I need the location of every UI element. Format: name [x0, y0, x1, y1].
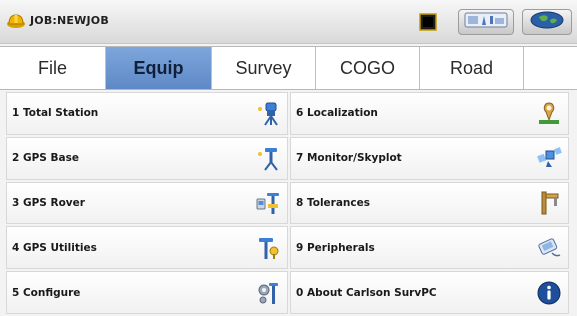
- peripherals-icon: [536, 235, 562, 261]
- menu-item-label: 7 Monitor/Skyplot: [296, 152, 402, 165]
- satellite-icon: [536, 145, 562, 171]
- hardhat-icon: [6, 12, 26, 30]
- status-bar-icon: [464, 11, 508, 34]
- equip-menu-grid: 1 Total Station 6 Localization 2 GPS Bas…: [6, 92, 571, 316]
- info-icon: [536, 280, 562, 306]
- menu-item-total-station[interactable]: 1 Total Station: [6, 92, 288, 135]
- total-station-icon: [255, 100, 281, 126]
- menu-item-label: 6 Localization: [296, 107, 378, 120]
- surv-pc-app: JOB:NEWJOB File Equip Survey COGO Road 1…: [0, 0, 577, 316]
- tab-file[interactable]: File: [0, 47, 106, 89]
- menu-item-gps-utilities[interactable]: 4 GPS Utilities: [6, 226, 288, 270]
- status-bar-button[interactable]: [458, 9, 514, 35]
- menu-item-label: 3 GPS Rover: [12, 196, 85, 209]
- globe-button[interactable]: [522, 9, 572, 35]
- menu-item-peripherals[interactable]: 9 Peripherals: [290, 226, 569, 270]
- menu-item-label: 8 Tolerances: [296, 196, 370, 209]
- localization-icon: [536, 100, 562, 126]
- gps-base-icon: [255, 145, 281, 171]
- battery-icon: [418, 13, 438, 31]
- title-bar: JOB:NEWJOB: [0, 0, 577, 44]
- menu-item-configure[interactable]: 5 Configure: [6, 271, 288, 314]
- gps-rover-icon: [255, 190, 281, 216]
- menu-item-localization[interactable]: 6 Localization: [290, 92, 569, 135]
- menu-item-gps-base[interactable]: 2 GPS Base: [6, 136, 288, 180]
- tolerances-icon: [536, 190, 562, 216]
- menu-item-label: 2 GPS Base: [12, 152, 79, 165]
- tab-equip[interactable]: Equip: [106, 47, 212, 89]
- configure-icon: [255, 280, 281, 306]
- gps-utilities-icon: [255, 235, 281, 261]
- tab-road[interactable]: Road: [420, 47, 524, 89]
- menu-item-label: 9 Peripherals: [296, 241, 375, 254]
- tab-survey[interactable]: Survey: [212, 47, 316, 89]
- menu-item-gps-rover[interactable]: 3 GPS Rover: [6, 181, 288, 225]
- tab-empty-slot: [524, 47, 577, 89]
- menu-item-monitor-skyplot[interactable]: 7 Monitor/Skyplot: [290, 136, 569, 180]
- tab-bar: File Equip Survey COGO Road: [0, 46, 577, 90]
- menu-item-tolerances[interactable]: 8 Tolerances: [290, 181, 569, 225]
- tab-cogo[interactable]: COGO: [316, 47, 420, 89]
- globe-icon: [529, 11, 565, 34]
- menu-item-about[interactable]: 0 About Carlson SurvPC: [290, 271, 569, 314]
- menu-item-label: 1 Total Station: [12, 107, 99, 120]
- menu-item-label: 5 Configure: [12, 286, 81, 299]
- menu-item-label: 4 GPS Utilities: [12, 241, 97, 254]
- menu-item-label: 0 About Carlson SurvPC: [296, 286, 437, 299]
- job-title: JOB:NEWJOB: [30, 14, 109, 27]
